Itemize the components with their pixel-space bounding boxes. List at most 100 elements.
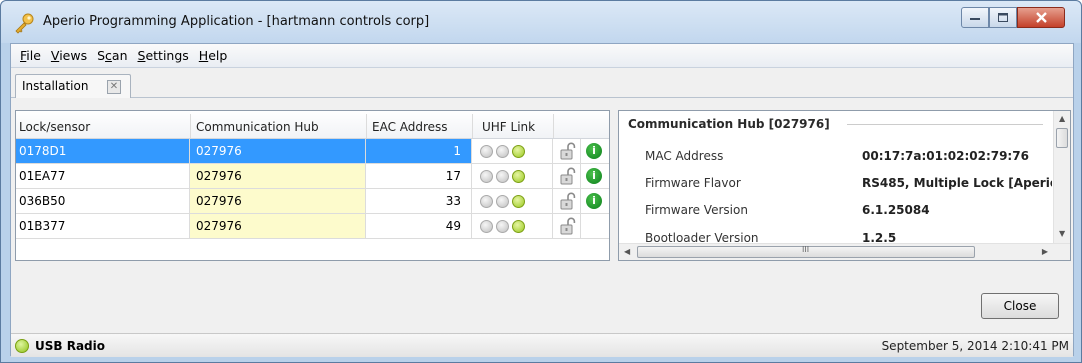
app-window: Aperio Programming Application - [hartma…: [0, 0, 1082, 363]
eac-address-cell[interactable]: 49: [366, 214, 472, 238]
link-led-on-icon: [512, 145, 525, 158]
window-title: Aperio Programming Application - [hartma…: [43, 14, 430, 29]
window-close-button[interactable]: [1017, 7, 1065, 28]
column-header-uhf[interactable]: UHF Link: [482, 120, 535, 134]
info-cell: i: [581, 164, 609, 188]
grid-header: Lock/sensor Communication Hub EAC Addres…: [16, 111, 609, 139]
info-icon[interactable]: i: [586, 168, 602, 184]
info-icon[interactable]: i: [586, 143, 602, 159]
tab-label: Installation: [22, 79, 89, 93]
eac-address-cell[interactable]: 17: [366, 164, 472, 188]
tab-installation[interactable]: Installation ✕: [15, 74, 131, 99]
firmware-version-label: Firmware Version: [645, 203, 748, 217]
lock-status-cell: [553, 164, 581, 188]
key-icon: [15, 13, 34, 34]
details-title: Communication Hub [027976]: [628, 117, 830, 131]
firmware-flavor-value: RS485, Multiple Lock [Aperio: [862, 176, 1052, 190]
column-divider[interactable]: [366, 114, 367, 138]
info-icon[interactable]: i: [586, 193, 602, 209]
details-panel: Communication Hub [027976] MAC Address 0…: [618, 110, 1071, 261]
firmware-version-value: 6.1.25084: [862, 203, 930, 217]
column-divider[interactable]: [553, 114, 554, 138]
firmware-flavor-label: Firmware Flavor: [645, 176, 741, 190]
maximize-button[interactable]: [989, 7, 1017, 28]
hub-cell[interactable]: 027976: [190, 139, 366, 163]
close-button[interactable]: Close: [981, 293, 1059, 319]
menu-settings[interactable]: Settings: [133, 46, 194, 65]
uhf-link-cell: [472, 214, 553, 238]
horizontal-scrollbar[interactable]: ◀ III ▶: [619, 243, 1070, 260]
menu-bar: File Views Scan Settings Help: [11, 44, 1073, 68]
link-led-off-icon: [496, 145, 509, 158]
table-row[interactable]: 01EA77 027976 17 i: [16, 164, 609, 189]
info-cell: [581, 214, 609, 238]
link-led-off-icon: [480, 170, 493, 183]
hub-cell[interactable]: 027976: [190, 164, 366, 188]
table-row[interactable]: 01B377 027976 49: [16, 214, 609, 239]
connection-status-text: USB Radio: [35, 339, 105, 353]
link-led-off-icon: [496, 170, 509, 183]
column-divider[interactable]: [190, 114, 191, 138]
column-divider[interactable]: [472, 114, 473, 138]
lock-status-cell: [553, 139, 581, 163]
menu-file[interactable]: File: [15, 46, 46, 65]
vertical-scrollbar[interactable]: ▲ ▼: [1053, 111, 1070, 243]
link-led-on-icon: [512, 170, 525, 183]
link-led-off-icon: [480, 195, 493, 208]
mac-address-value: 00:17:7a:01:02:02:79:76: [862, 149, 1029, 163]
client-area: File Views Scan Settings Help Installati…: [10, 43, 1074, 357]
mac-address-label: MAC Address: [645, 149, 724, 163]
tab-strip: Installation ✕: [11, 68, 1073, 99]
hub-cell[interactable]: 027976: [190, 214, 366, 238]
title-divider: [847, 124, 1043, 125]
connection-status-icon: [15, 339, 29, 353]
minimize-icon: [970, 17, 980, 20]
unlocked-padlock-icon[interactable]: [560, 142, 576, 160]
lock-status-cell: [553, 189, 581, 213]
link-led-off-icon: [480, 145, 493, 158]
unlocked-padlock-icon[interactable]: [560, 167, 576, 185]
installation-panel: Lock/sensor Communication Hub EAC Addres…: [11, 98, 1073, 333]
uhf-link-cell: [472, 189, 553, 213]
horizontal-scroll-thumb[interactable]: III: [637, 245, 975, 258]
lock-id-cell[interactable]: 01EA77: [16, 164, 190, 188]
hub-cell[interactable]: 027976: [190, 189, 366, 213]
menu-scan[interactable]: Scan: [92, 46, 132, 65]
close-icon: [1035, 12, 1047, 23]
menu-help[interactable]: Help: [194, 46, 233, 65]
table-row[interactable]: 0178D1 027976 1 i: [16, 139, 609, 164]
link-led-on-icon: [512, 195, 525, 208]
column-header-eac[interactable]: EAC Address: [372, 120, 448, 134]
info-cell: i: [581, 139, 609, 163]
link-led-off-icon: [480, 220, 493, 233]
minimize-button[interactable]: [961, 7, 989, 28]
uhf-link-cell: [472, 139, 553, 163]
status-datetime: September 5, 2014 2:10:41 PM: [881, 339, 1069, 353]
lock-id-cell[interactable]: 0178D1: [16, 139, 190, 163]
lock-id-cell[interactable]: 01B377: [16, 214, 190, 238]
scroll-up-arrow-icon[interactable]: ▲: [1059, 114, 1065, 123]
info-cell: i: [581, 189, 609, 213]
installation-grid: Lock/sensor Communication Hub EAC Addres…: [15, 110, 610, 261]
lock-id-cell[interactable]: 036B50: [16, 189, 190, 213]
column-header-lock[interactable]: Lock/sensor: [19, 120, 90, 134]
eac-address-cell[interactable]: 1: [366, 139, 472, 163]
lock-status-cell: [553, 214, 581, 238]
uhf-link-cell: [472, 164, 553, 188]
table-row[interactable]: 036B50 027976 33 i: [16, 189, 609, 214]
scroll-down-arrow-icon[interactable]: ▼: [1059, 229, 1065, 238]
vertical-scroll-thumb[interactable]: [1056, 128, 1068, 148]
unlocked-padlock-icon[interactable]: [560, 217, 576, 235]
tab-close-icon[interactable]: ✕: [107, 80, 121, 94]
link-led-on-icon: [512, 220, 525, 233]
scroll-grip: III: [802, 245, 810, 254]
scroll-right-arrow-icon[interactable]: ▶: [1042, 247, 1048, 256]
link-led-off-icon: [496, 220, 509, 233]
menu-views[interactable]: Views: [46, 46, 92, 65]
eac-address-cell[interactable]: 33: [366, 189, 472, 213]
link-led-off-icon: [496, 195, 509, 208]
scroll-left-arrow-icon[interactable]: ◀: [624, 247, 630, 256]
column-header-hub[interactable]: Communication Hub: [196, 120, 319, 134]
title-bar[interactable]: Aperio Programming Application - [hartma…: [1, 1, 1081, 43]
unlocked-padlock-icon[interactable]: [560, 192, 576, 210]
